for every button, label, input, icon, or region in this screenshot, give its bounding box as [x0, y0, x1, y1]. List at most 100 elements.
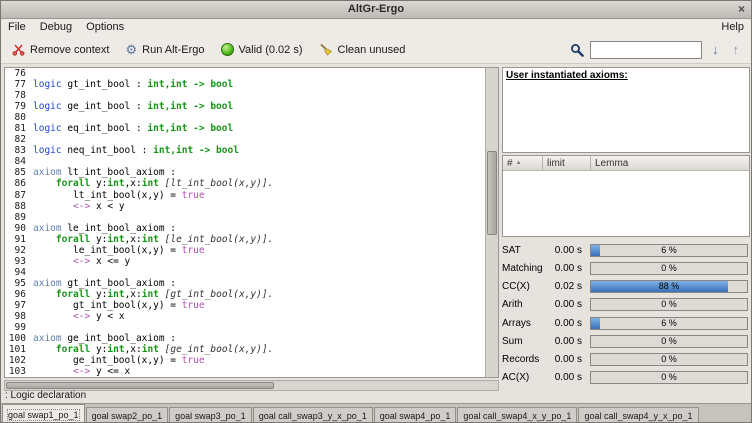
stat-row: SAT0.00 s6 % — [502, 243, 750, 257]
toolbar: Remove context ⚙ Run Alt-Ergo Valid (0.0… — [1, 36, 751, 64]
code-text: <-> y <= x — [33, 366, 130, 377]
stat-label: Arrays — [502, 318, 550, 329]
goal-tabs: goal swap1_po_1 goal swap2_po_1 goal swap3… — [1, 403, 751, 423]
code-line: 91 forall y:int,x:int [le_int_bool(x,y)]… — [5, 234, 485, 245]
altgr-ergo-window: AltGr-Ergo × FileDebugOptions Help Remove… — [0, 0, 752, 423]
stat-label: CC(X) — [502, 281, 550, 292]
tab-goal-swap3_po_1[interactable]: goal swap3_po_1 — [169, 407, 252, 423]
line-number: 83 — [5, 145, 26, 156]
stat-row: Arith0.00 s0 % — [502, 298, 750, 312]
code-line: 103 <-> y <= x — [5, 366, 485, 377]
code-text: forall y:int,x:int [lt_int_bool(x,y)]. — [33, 178, 273, 189]
stat-row: Matching0.00 s0 % — [502, 261, 750, 275]
code-text: logic gt_int_bool : int,int -> bool — [33, 79, 233, 90]
stat-label: AC(X) — [502, 372, 550, 383]
stat-label: Arith — [502, 299, 550, 310]
line-number: 81 — [5, 123, 26, 134]
lemma-column-header-limit[interactable]: limit — [543, 156, 591, 171]
code-line: 92 le_int_bool(x,y) = true — [5, 245, 485, 256]
code-text: gt_int_bool(x,y) = true — [33, 300, 205, 311]
tab-goal-call_swap4_x_y_po_1[interactable]: goal call_swap4_x_y_po_1 — [457, 407, 577, 423]
tab-goal-call_swap3_y_x_po_1[interactable]: goal call_swap3_y_x_po_1 — [253, 407, 373, 423]
horizontal-scrollbar-thumb[interactable] — [6, 382, 274, 389]
instantiated-axioms-panel[interactable]: User instantiated axioms: — [502, 67, 750, 153]
tab-goal-call_swap4_y_x_po_1[interactable]: goal call_swap4_y_x_po_1 — [578, 407, 698, 423]
tab-goal-swap1_po_1[interactable]: goal swap1_po_1 — [2, 404, 85, 423]
line-number: 103 — [5, 366, 26, 377]
stat-label: Records — [502, 354, 550, 365]
search-input[interactable] — [590, 41, 702, 59]
code-lines[interactable]: 7677logic gt_int_bool : int,int -> bool7… — [5, 68, 485, 377]
code-line: 85axiom lt_int_bool_axiom : — [5, 167, 485, 178]
code-line: 79logic ge_int_bool : int,int -> bool — [5, 101, 485, 112]
vertical-scrollbar-thumb[interactable] — [487, 151, 497, 234]
lemma-column-header-lemma[interactable]: Lemma — [591, 156, 749, 171]
tab-label: goal swap3_po_1 — [175, 411, 246, 421]
lemma-table[interactable]: #▲limitLemma — [502, 155, 750, 237]
stat-row: AC(X)0.00 s0 % — [502, 371, 750, 385]
scissors-icon — [12, 43, 25, 56]
search-next-button[interactable]: ↓ — [708, 42, 723, 57]
stat-time: 0.00 s — [550, 318, 590, 329]
code-text: <-> y < x — [33, 311, 125, 322]
line-number: 90 — [5, 223, 26, 234]
code-line: 96 forall y:int,x:int [gt_int_bool(x,y)]… — [5, 289, 485, 300]
line-number: 100 — [5, 333, 26, 344]
stat-row: Arrays0.00 s6 % — [502, 316, 750, 330]
code-text: logic eq_int_bool : int,int -> bool — [33, 123, 233, 134]
line-number: 99 — [5, 322, 26, 333]
stat-progressbar: 0 % — [590, 353, 748, 366]
run-alt-ergo-button[interactable]: ⚙ Run Alt-Ergo — [120, 41, 209, 58]
code-line: 102 ge_int_bool(x,y) = true — [5, 355, 485, 366]
line-number: 98 — [5, 311, 26, 322]
statusbar-text: : Logic declaration — [5, 390, 86, 401]
statusbar: : Logic declaration — [1, 389, 751, 403]
run-gears-icon: ⚙ — [125, 43, 137, 56]
menu-debug[interactable]: Debug — [33, 19, 79, 36]
menu-file[interactable]: File — [1, 19, 33, 36]
menu-options[interactable]: Options — [79, 19, 131, 36]
code-line: 80 — [5, 112, 485, 123]
line-number: 89 — [5, 212, 26, 223]
line-number: 86 — [5, 178, 26, 189]
code-line: 94 — [5, 267, 485, 278]
tab-goal-swap4_po_1[interactable]: goal swap4_po_1 — [374, 407, 457, 423]
tab-label: goal swap2_po_1 — [92, 411, 163, 421]
tab-goal-swap2_po_1[interactable]: goal swap2_po_1 — [86, 407, 169, 423]
lemma-column-header-num[interactable]: #▲ — [503, 156, 543, 171]
stat-progressbar: 88 % — [590, 280, 748, 293]
code-text: logic neq_int_bool : int,int -> bool — [33, 145, 239, 156]
brush-icon — [319, 43, 333, 56]
stat-progressbar: 6 % — [590, 244, 748, 257]
code-text: <-> x <= y — [33, 256, 130, 267]
code-text: forall y:int,x:int [gt_int_bool(x,y)]. — [33, 289, 273, 300]
clean-unused-button[interactable]: Clean unused — [314, 41, 411, 58]
code-line: 97 gt_int_bool(x,y) = true — [5, 300, 485, 311]
menu-help[interactable]: Help — [714, 19, 751, 36]
code-text: forall y:int,x:int [ge_int_bool(x,y)]. — [33, 344, 273, 355]
code-editor[interactable]: 7677logic gt_int_bool : int,int -> bool7… — [4, 67, 499, 378]
code-text: <-> x < y — [33, 201, 125, 212]
code-line: 89 — [5, 212, 485, 223]
vertical-scrollbar[interactable] — [485, 68, 498, 377]
tab-label: goal call_swap3_y_x_po_1 — [259, 411, 367, 421]
line-number: 87 — [5, 190, 26, 201]
stat-percent-label: 88 % — [591, 281, 747, 292]
line-number: 96 — [5, 289, 26, 300]
remove-context-button[interactable]: Remove context — [7, 41, 114, 58]
code-line: 99 — [5, 322, 485, 333]
line-number: 102 — [5, 355, 26, 366]
tab-label: goal swap4_po_1 — [380, 411, 451, 421]
stat-row: Records0.00 s0 % — [502, 353, 750, 367]
search-icon — [570, 43, 584, 57]
code-text: axiom gt_int_bool_axiom : — [33, 278, 176, 289]
code-text: axiom lt_int_bool_axiom : — [33, 167, 176, 178]
code-text: forall y:int,x:int [le_int_bool(x,y)]. — [33, 234, 273, 245]
valid-green-ball-icon — [221, 43, 234, 56]
close-icon[interactable]: × — [738, 1, 745, 18]
stats-panel: SAT0.00 s6 % Matching0.00 s0 % CC(X)0.02 s… — [502, 243, 750, 385]
stat-row: CC(X)0.02 s88 % — [502, 280, 750, 294]
search-prev-button[interactable]: ↑ — [729, 42, 744, 57]
code-line: 82 — [5, 134, 485, 145]
titlebar[interactable]: AltGr-Ergo × — [1, 1, 751, 19]
